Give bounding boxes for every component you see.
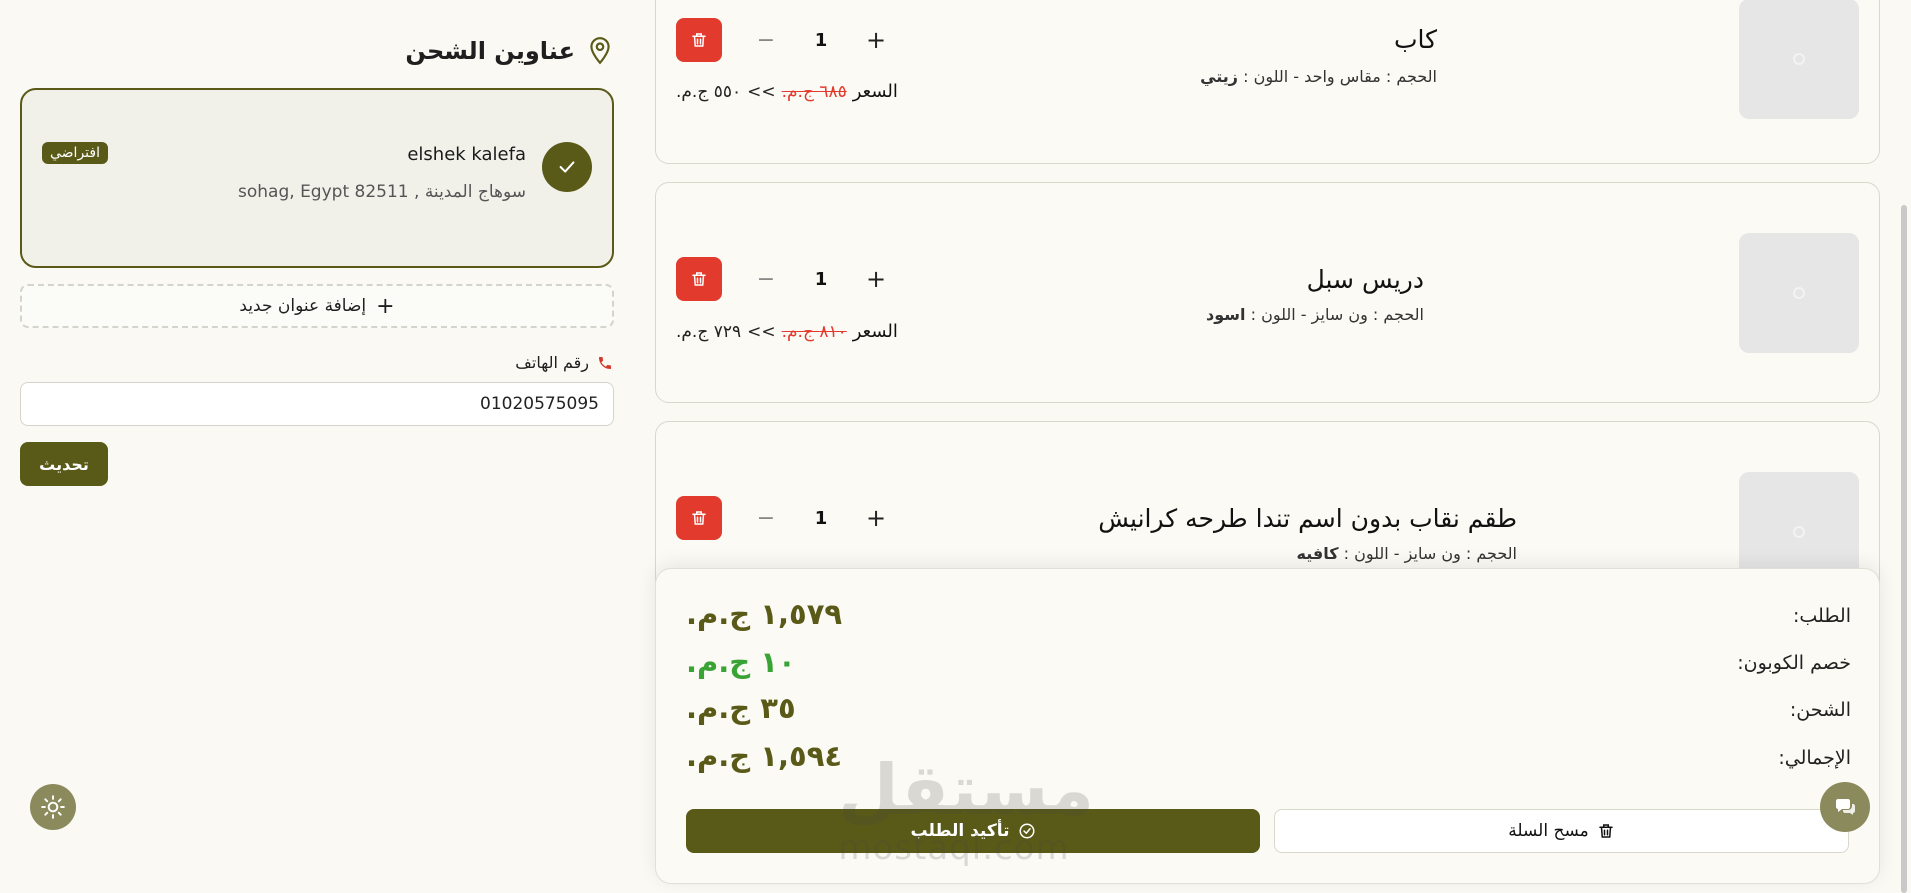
product-meta: الحجم : ون سايز - اللون : اسود [1206, 305, 1424, 324]
product-name: دريس سبل [1306, 265, 1424, 294]
quantity-value: 1 [814, 29, 828, 51]
phone-input[interactable] [20, 382, 614, 426]
address-line: سوهاج المدينة , sohag, Egypt 82511 [238, 182, 526, 202]
trash-icon [692, 511, 706, 525]
cart-item: كاب الحجم : مقاس واحد - اللون : زيتي − 1… [655, 0, 1880, 164]
theme-toggle-button[interactable] [30, 784, 76, 830]
new-price: ٥٥٠ ج.م. [676, 81, 742, 102]
product-meta: الحجم : ون سايز - اللون : كافيه [1296, 544, 1517, 563]
image-placeholder-icon [1793, 53, 1805, 65]
sun-icon [41, 795, 65, 819]
delete-item-button[interactable] [676, 496, 722, 540]
product-image [1739, 233, 1859, 353]
quantity-stepper[interactable]: − 1 + [751, 257, 891, 301]
order-value: ١,٥٧٩ ج.م. [686, 597, 843, 631]
address-card[interactable]: elshek kalefa سوهاج المدينة , sohag, Egy… [20, 88, 614, 268]
coupon-value: ١٠ ج.م. [686, 645, 796, 679]
order-summary-panel: الطلب: ١,٥٧٩ ج.م. خصم الكوبون: ١٠ ج.م. ا… [655, 568, 1880, 884]
address-name: elshek kalefa [407, 144, 526, 165]
increase-quantity-button[interactable]: + [861, 265, 891, 293]
total-value: ١,٥٩٤ ج.م. [686, 739, 843, 773]
trash-icon [1598, 824, 1613, 838]
plus-icon: + [376, 293, 395, 319]
selected-address-indicator[interactable] [542, 142, 592, 192]
quantity-value: 1 [814, 507, 828, 529]
quantity-stepper[interactable]: − 1 + [751, 496, 891, 540]
cart-item: دريس سبل الحجم : ون سايز - اللون : اسود … [655, 182, 1880, 403]
coupon-label: خصم الكوبون: [1737, 652, 1851, 674]
decrease-quantity-button[interactable]: − [751, 506, 781, 531]
delete-item-button[interactable] [676, 18, 722, 62]
old-price: ٨١٠ ج.م. [781, 321, 847, 342]
price-line: السعر ٦٨٥ ج.م. >> ٥٥٠ ج.م. [676, 81, 898, 102]
clear-cart-label: مسح السلة [1508, 821, 1589, 841]
product-name: كاب [1393, 25, 1437, 54]
delete-item-button[interactable] [676, 257, 722, 301]
total-label: الإجمالي: [1778, 747, 1851, 769]
decrease-quantity-button[interactable]: − [751, 267, 781, 292]
check-circle-icon [1019, 823, 1035, 839]
default-badge: افتراضي [42, 142, 108, 164]
product-image [1739, 0, 1859, 119]
image-placeholder-icon [1793, 287, 1805, 299]
add-address-label: إضافة عنوان جديد [239, 296, 367, 316]
price-line: السعر ٨١٠ ج.م. >> ٧٢٩ ج.م. [676, 321, 898, 342]
product-meta: الحجم : مقاس واحد - اللون : زيتي [1200, 67, 1437, 86]
shipping-title: عناوين الشحن [405, 37, 575, 65]
location-pin-icon [590, 37, 610, 65]
phone-label: رقم الهاتف [515, 353, 613, 372]
confirm-order-label: تأكيد الطلب [910, 821, 1010, 841]
add-new-address-button[interactable]: + إضافة عنوان جديد [20, 284, 614, 328]
old-price: ٦٨٥ ج.م. [781, 81, 847, 102]
shipping-fee-value: ٣٥ ج.م. [686, 691, 796, 725]
phone-label-text: رقم الهاتف [515, 353, 589, 372]
new-price: ٧٢٩ ج.م. [676, 321, 742, 342]
image-placeholder-icon [1793, 526, 1805, 538]
product-name: طقم نقاب بدون اسم تندا طرحه كرانيش [1098, 504, 1517, 533]
increase-quantity-button[interactable]: + [861, 26, 891, 54]
decrease-quantity-button[interactable]: − [751, 28, 781, 53]
update-button[interactable]: تحديث [20, 442, 108, 486]
confirm-order-button[interactable]: تأكيد الطلب [686, 809, 1260, 853]
chat-button[interactable] [1820, 782, 1870, 832]
chat-icon [1836, 799, 1855, 815]
order-label: الطلب: [1792, 605, 1851, 627]
increase-quantity-button[interactable]: + [861, 504, 891, 532]
page-scrollbar[interactable] [1901, 205, 1907, 893]
shipping-addresses-heading: عناوين الشحن [405, 36, 613, 66]
trash-icon [692, 272, 706, 286]
clear-cart-button[interactable]: مسح السلة [1274, 809, 1849, 853]
trash-icon [692, 33, 706, 47]
shipping-fee-label: الشحن: [1789, 699, 1851, 721]
quantity-value: 1 [814, 268, 828, 290]
phone-icon [599, 356, 611, 369]
check-icon [559, 161, 575, 173]
quantity-stepper[interactable]: − 1 + [751, 18, 891, 62]
